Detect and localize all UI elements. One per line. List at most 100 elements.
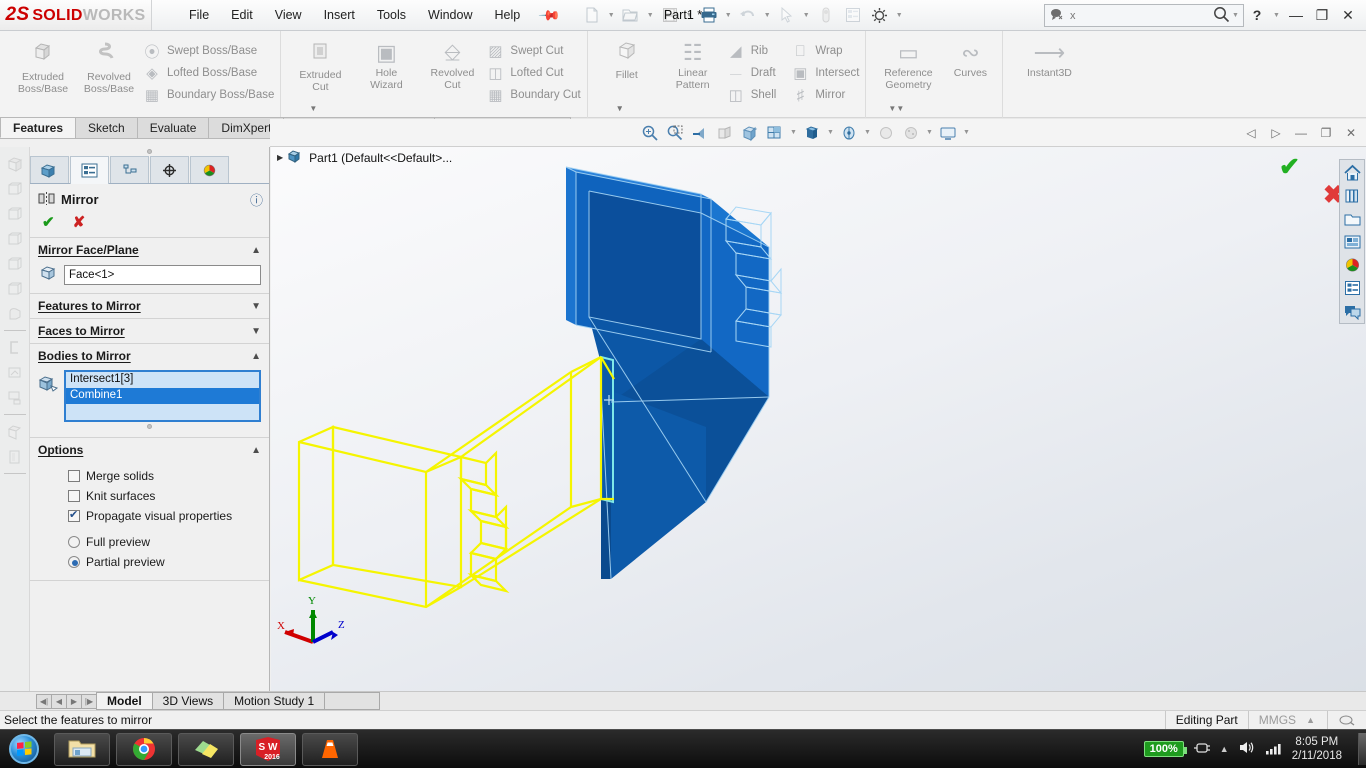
bodies-to-mirror-list[interactable]: Intersect1[3] Combine1 [64,370,261,422]
list-item[interactable]: Intersect1[3] [66,372,259,388]
menu-tools[interactable]: Tools [366,4,417,26]
accept-button[interactable]: ✔ [42,213,55,231]
partial-preview-radio[interactable] [68,556,80,568]
undo-icon[interactable] [735,3,761,27]
rail-item-top[interactable] [3,201,27,226]
bottom-tab-blank[interactable] [324,692,381,710]
full-preview-radio[interactable] [68,536,80,548]
section-header-options[interactable]: Options ▲ [30,438,269,462]
appearances-icon[interactable] [1341,253,1363,276]
file-properties-icon[interactable] [840,3,866,27]
last-tab-button[interactable]: |▶ [81,693,97,709]
tab-sketch[interactable]: Sketch [75,117,138,138]
bottom-tab-model[interactable]: Model [96,692,153,710]
option-merge-solids[interactable]: Merge solids [38,466,261,486]
units-indicator[interactable]: MMGS [1247,711,1306,729]
search-caret-icon[interactable]: ▼ [1230,12,1241,19]
rail-item-isometric[interactable] [3,151,27,176]
open-document-icon[interactable] [618,3,644,27]
prev-tab-button[interactable]: ◀ [51,693,67,709]
graphics-confirm-button[interactable]: ✔ [1279,152,1300,182]
chevron-down-icon[interactable]: ▼ [251,326,261,337]
list-resize-grip[interactable] [38,422,261,429]
hide-show-items-icon[interactable] [800,121,824,145]
view-orientation-icon[interactable] [738,121,762,145]
merge-solids-checkbox[interactable] [68,470,80,482]
pushpin-icon[interactable]: 📌 [538,3,562,27]
appearance-caret-icon[interactable]: ▼ [862,129,873,136]
search-icon[interactable] [1213,6,1230,26]
show-desktop-button[interactable] [1358,733,1366,765]
hole-wizard-button[interactable]: ▣ Hole Wizard [353,36,419,118]
curves-caret-icon[interactable]: ▼ [888,103,896,115]
options-caret-icon[interactable]: ▼ [894,12,905,19]
open-document-caret-icon[interactable]: ▼ [645,12,656,19]
help-question-icon[interactable]: ⓘ [250,190,263,209]
rail-item-shaded[interactable] [3,301,27,326]
list-item-empty[interactable] [66,404,259,420]
forum-icon[interactable] [1341,299,1363,322]
display-caret-icon[interactable]: ▼ [961,129,972,136]
options-gear-icon[interactable] [867,3,893,27]
rail-item-measure[interactable] [3,360,27,385]
network-signal-icon[interactable] [1265,741,1283,758]
extruded-cut-caret-icon[interactable]: ▼ [309,103,317,115]
curves-button[interactable]: ∾ Curves ▼ [888,36,996,118]
shell-button[interactable]: ◫ Shell [726,84,777,106]
rail-item-front[interactable] [3,176,27,201]
graphics-viewport[interactable]: ▶ Part1 (Default<<Default>... X Y Z ✔ ✖ [271,147,1366,700]
menu-view[interactable]: View [264,4,313,26]
section-view-icon[interactable] [713,121,737,145]
first-tab-button[interactable]: ◀| [36,693,52,709]
rebuild-icon[interactable] [813,3,839,27]
menu-edit[interactable]: Edit [220,4,264,26]
windows-start-icon[interactable] [0,731,48,768]
extruded-cut-button[interactable]: Extruded Cut ▼ [287,36,353,118]
linear-pattern-button[interactable]: ☷ Linear Pattern ▼ [616,36,726,118]
bottom-tab-3d-views[interactable]: 3D Views [151,692,225,710]
rail-item-body[interactable] [3,419,27,444]
tab-features[interactable]: Features [0,117,77,138]
lofted-boss-base-button[interactable]: ◈ Lofted Boss/Base [142,62,274,84]
show-hidden-icons-icon[interactable]: ▲ [1220,744,1229,754]
chevron-down-icon[interactable]: ▼ [251,301,261,312]
panel-grip[interactable] [30,147,269,156]
minimize-doc-button[interactable]: — [1290,122,1312,144]
section-header-mirror-face-plane[interactable]: Mirror Face/Plane ▲ [30,238,269,262]
view-palette-icon[interactable] [1341,230,1363,253]
next-tab-button[interactable]: ▶ [66,693,82,709]
tab-evaluate[interactable]: Evaluate [136,117,210,138]
revolved-boss-base-button[interactable]: Revolved Boss/Base [76,36,142,118]
taskbar-vlc[interactable] [302,732,358,766]
bottom-tab-motion-study[interactable]: Motion Study 1 [223,692,326,710]
knit-surfaces-checkbox[interactable] [68,490,80,502]
menu-insert[interactable]: Insert [313,4,366,26]
wrap-button[interactable]: ⎕ Wrap [790,40,859,62]
chevron-up-icon[interactable]: ▲ [251,445,261,456]
option-propagate-visual-properties[interactable]: Propagate visual properties [38,506,261,526]
view-settings-icon[interactable] [899,121,923,145]
zoom-to-area-icon[interactable] [663,121,687,145]
rib-button[interactable]: ◢ Rib [726,40,777,62]
close-doc-button[interactable]: ✕ [1340,122,1362,144]
option-partial-preview[interactable]: Partial preview [38,552,261,572]
print-caret-icon[interactable]: ▼ [723,12,734,19]
scene-caret-icon[interactable]: ▼ [924,129,935,136]
edit-appearance-icon[interactable] [837,121,861,145]
search-box[interactable]: ▼ [1044,4,1244,27]
property-manager-tab[interactable] [70,156,109,184]
menu-window[interactable]: Window [417,4,483,26]
power-plug-icon[interactable] [1193,741,1211,758]
fillet-button[interactable]: Fillet ▼ [594,36,660,118]
display-style-caret-icon[interactable]: ▼ [788,129,799,136]
rail-item-bottom[interactable] [3,276,27,301]
close-button[interactable]: ✕ [1336,3,1360,27]
boundary-cut-button[interactable]: ▦ Boundary Cut [485,84,580,106]
list-item[interactable]: Combine1 [66,388,259,404]
section-header-features-to-mirror[interactable]: Features to Mirror ▼ [30,294,269,318]
undo-caret-icon[interactable]: ▼ [762,12,773,19]
lofted-cut-button[interactable]: ◫ Lofted Cut [485,62,580,84]
option-full-preview[interactable]: Full preview [38,532,261,552]
reference-geometry-caret-icon[interactable]: ▼ [896,103,904,115]
minimize-button[interactable]: — [1284,3,1308,27]
